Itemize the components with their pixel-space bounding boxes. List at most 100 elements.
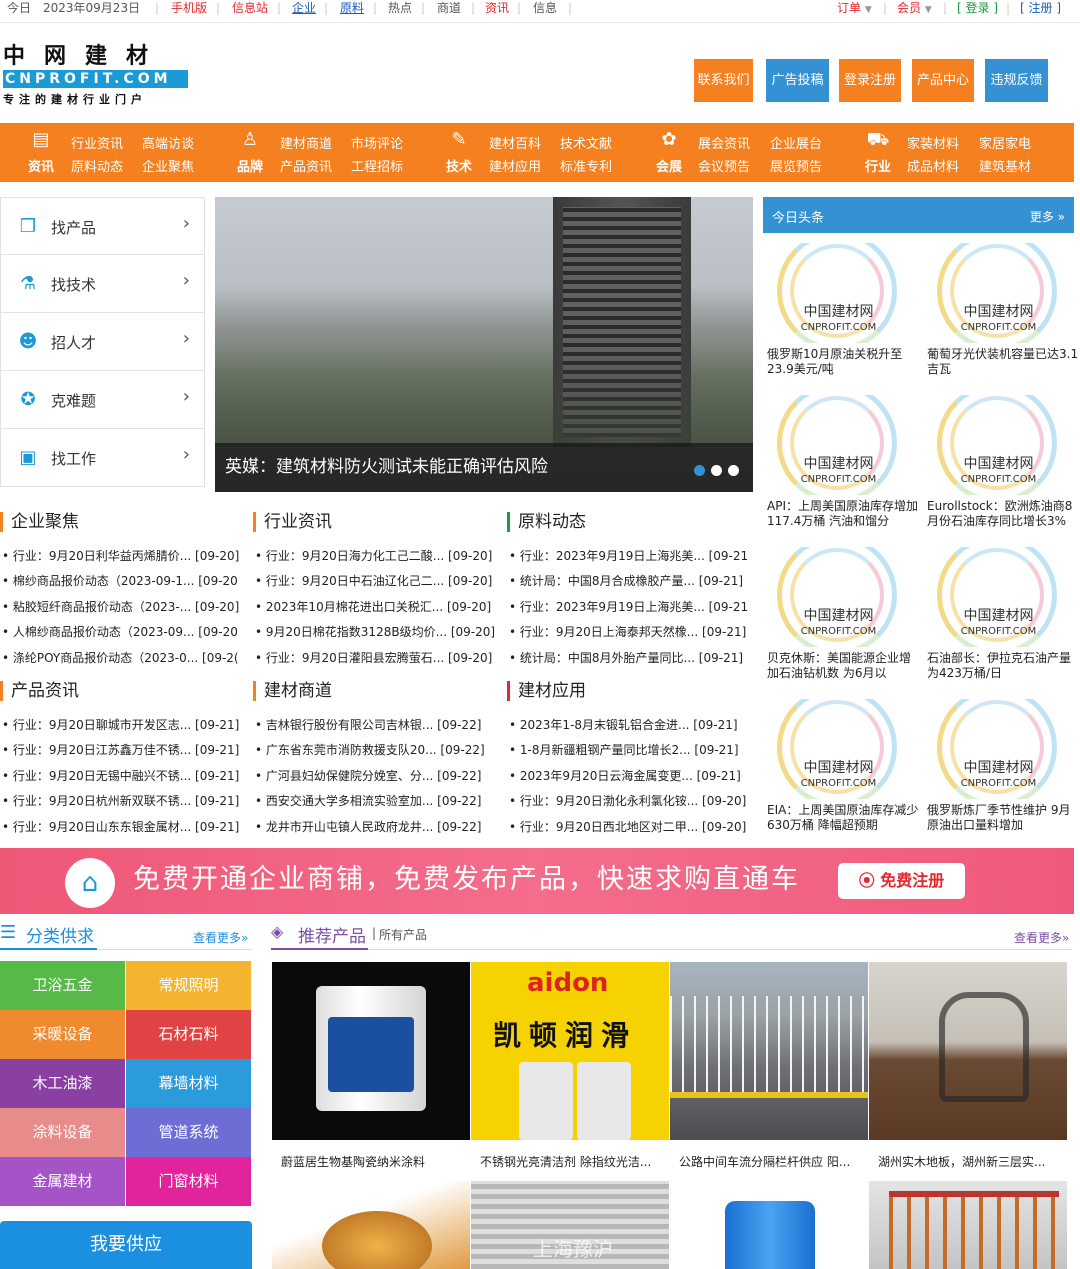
news-item[interactable]: • 吉林银行股份有限公司吉林银... [09-22] [255,717,499,733]
nav-group-title[interactable]: 行业 [861,156,895,175]
headline-thumbnail[interactable]: 中国建材网 CNPROFIT.COM [923,243,1074,343]
news-item[interactable]: • 西安交通大学多相流实验室加... [09-22] [255,793,499,809]
news-item[interactable]: • 行业：2023年9月19日上海兆美... [09-21 [509,599,753,615]
news-item[interactable]: • 涤纶POY商品报价动态（2023-0... [09-2( [2,650,246,666]
news-item[interactable]: • 9月20日棉花指数3128B级均价... [09-20] [255,624,499,640]
info-station-link[interactable]: 信息站 [232,0,268,16]
news-item[interactable]: • 粘胶短纤商品报价动态（2023-... [09-20] [2,599,246,615]
nav-link[interactable]: 市场评论 [351,133,403,152]
category-tile[interactable]: 木工油漆 [0,1059,125,1108]
news-item[interactable]: • 行业：9月20日西北地区对二甲... [09-20] [509,819,753,835]
contact-us-button[interactable]: 联系我们 [694,59,753,102]
product-image[interactable] [869,1181,1067,1269]
product-image[interactable] [869,962,1067,1140]
category-tile[interactable]: 门窗材料 [126,1157,251,1206]
slider-dot[interactable] [728,465,739,476]
hot-link[interactable]: 热点 [388,0,412,16]
headline-title[interactable]: EIA：上周美国原油库存减少630万桶 降幅超预期 [767,803,922,833]
slider-dot-active[interactable] [694,465,705,476]
news-item[interactable]: • 行业：9月20日聊城市开发区志... [09-21] [2,717,246,733]
news-item[interactable]: • 棉纱商品报价动态（2023-09-1... [09-20 [2,573,246,589]
business-link[interactable]: 商道 [437,0,461,16]
product-image[interactable] [272,962,470,1140]
product-center-button[interactable]: 产品中心 [912,59,974,102]
nav-link[interactable]: 家装材料 [907,133,959,152]
headline-title[interactable]: 葡萄牙光伏装机容量已达3.1吉瓦 [927,347,1080,377]
headline-thumbnail[interactable]: 中国建材网 CNPROFIT.COM [763,395,914,495]
category-tile[interactable]: 石材石料 [126,1010,251,1059]
nav-link[interactable]: 企业展台 [770,133,822,152]
news-section-title[interactable]: 产品资讯 [0,681,79,701]
nav-link[interactable]: 原料动态 [71,156,123,175]
violation-feedback-button[interactable]: 违规反馈 [985,59,1048,102]
news-item[interactable]: • 统计局：中国8月外胎产量同比... [09-21] [509,650,753,666]
headline-thumbnail[interactable]: 中国建材网 CNPROFIT.COM [763,699,914,799]
side-item-recruit[interactable]: ☻ 招人才 › [0,313,205,371]
category-tile[interactable]: 涂料设备 [0,1108,125,1157]
nav-link[interactable]: 会议预告 [698,156,750,175]
news-item[interactable]: • 行业：9月20日无锡中融兴不锈... [09-21] [2,768,246,784]
news-item[interactable]: • 行业：9月20日渤化永利氯化铵... [09-20] [509,793,753,809]
news-item[interactable]: • 龙井市开山屯镇人民政府龙井... [09-22] [255,819,499,835]
product-image[interactable] [272,1181,470,1269]
nav-link[interactable]: 建材应用 [489,156,541,175]
product-image[interactable] [670,1181,868,1269]
news-item[interactable]: • 广东省东莞市消防救援支队20... [09-22] [255,742,499,758]
nav-link[interactable]: 产品资讯 [280,156,332,175]
nav-link[interactable]: 建筑基材 [979,156,1031,175]
nav-link[interactable]: 企业聚焦 [142,156,194,175]
nav-link[interactable]: 行业资讯 [71,133,123,152]
news-item[interactable]: • 行业：9月20日海力化工己二酸... [09-20] [255,548,499,564]
nav-link[interactable]: 家居家电 [979,133,1031,152]
news-section-title[interactable]: 企业聚焦 [0,512,79,532]
headline-thumbnail[interactable]: 中国建材网 CNPROFIT.COM [923,395,1074,495]
news-item[interactable]: • 2023年9月20日云海金属变更... [09-21] [509,768,753,784]
side-item-find-product[interactable]: ❒ 找产品 › [0,197,205,255]
product-image[interactable]: 上海豫沪 [471,1181,669,1269]
nav-link[interactable]: 建材百科 [489,133,541,152]
news-section-title[interactable]: 原料动态 [507,512,586,532]
headline-thumbnail[interactable]: 中国建材网 CNPROFIT.COM [923,699,1074,799]
promo-banner[interactable]: ⌂ 免费开通企业商铺，免费发布产品，快速求购直通车 ⦿ 免费注册 [0,848,1074,914]
product-title[interactable]: 不锈钢光亮清洁剂 除指纹光洁... [480,1153,670,1170]
news-item[interactable]: • 行业：9月20日杭州新双联不锈... [09-21] [2,793,246,809]
category-tile[interactable]: 金属建材 [0,1157,125,1206]
message-link[interactable]: 信息 [533,0,557,16]
headline-title[interactable]: API：上周美国原油库存增加117.4万桶 汽油和馏分 [767,499,922,529]
news-section-title[interactable]: 建材商道 [253,681,332,701]
member-menu[interactable]: 会员 ▼ [897,0,932,18]
news-item[interactable]: • 行业：9月20日利华益丙烯腈价... [09-20] [2,548,246,564]
order-menu[interactable]: 订单 ▼ [837,0,872,18]
side-item-find-job[interactable]: ▣ 找工作 › [0,429,205,487]
headline-thumbnail[interactable]: 中国建材网 CNPROFIT.COM [763,243,914,343]
nav-link[interactable]: 技术文献 [560,133,612,152]
side-item-find-tech[interactable]: ⚗ 找技术 › [0,255,205,313]
news-item[interactable]: • 统计局：中国8月合成橡胶产量... [09-21] [509,573,753,589]
all-products-link[interactable]: 所有产品 [379,926,427,943]
nav-link[interactable]: 成品材料 [907,156,959,175]
category-tile[interactable]: 采暖设备 [0,1010,125,1059]
news-item[interactable]: • 2023年10月棉花进出口关税汇... [09-20] [255,599,499,615]
nav-group-title[interactable]: 资讯 [24,156,58,175]
product-title[interactable]: 公路中间车流分隔栏杆供应 阳... [679,1153,869,1170]
slider-dot[interactable] [711,465,722,476]
news-item[interactable]: • 1-8月新疆粗钢产量同比增长2... [09-21] [509,742,753,758]
news-slider[interactable]: 英媒：建筑材料防火测试未能正确评估风险 [215,197,753,492]
product-image[interactable] [670,962,868,1140]
free-register-button[interactable]: ⦿ 免费注册 [838,863,965,899]
news-section-title[interactable]: 建材应用 [507,681,586,701]
news-item[interactable]: • 行业：9月20日上海泰邦天然橡... [09-21] [509,624,753,640]
product-title[interactable]: 蔚蓝居生物基陶瓷纳米涂料 [281,1153,471,1170]
material-link[interactable]: 原料 [340,0,364,16]
headline-thumbnail[interactable]: 中国建材网 CNPROFIT.COM [923,547,1074,647]
nav-link[interactable]: 建材商道 [280,133,332,152]
category-tile[interactable]: 管道系统 [126,1108,251,1157]
site-logo[interactable]: 中网建材 CNPROFIT.COM 专注的建材行业门户 [3,44,193,110]
login-link[interactable]: [ 登录 ] [957,0,998,16]
nav-link[interactable]: 展览预告 [770,156,822,175]
product-image[interactable]: aidon 凯顿润滑 [471,962,669,1140]
nav-group-title[interactable]: 会展 [652,156,686,175]
news-item[interactable]: • 人棉纱商品报价动态（2023-09... [09-20 [2,624,246,640]
news-item[interactable]: • 行业：9月20日中石油辽化己二... [09-20] [255,573,499,589]
login-register-button[interactable]: 登录注册 [839,59,901,102]
